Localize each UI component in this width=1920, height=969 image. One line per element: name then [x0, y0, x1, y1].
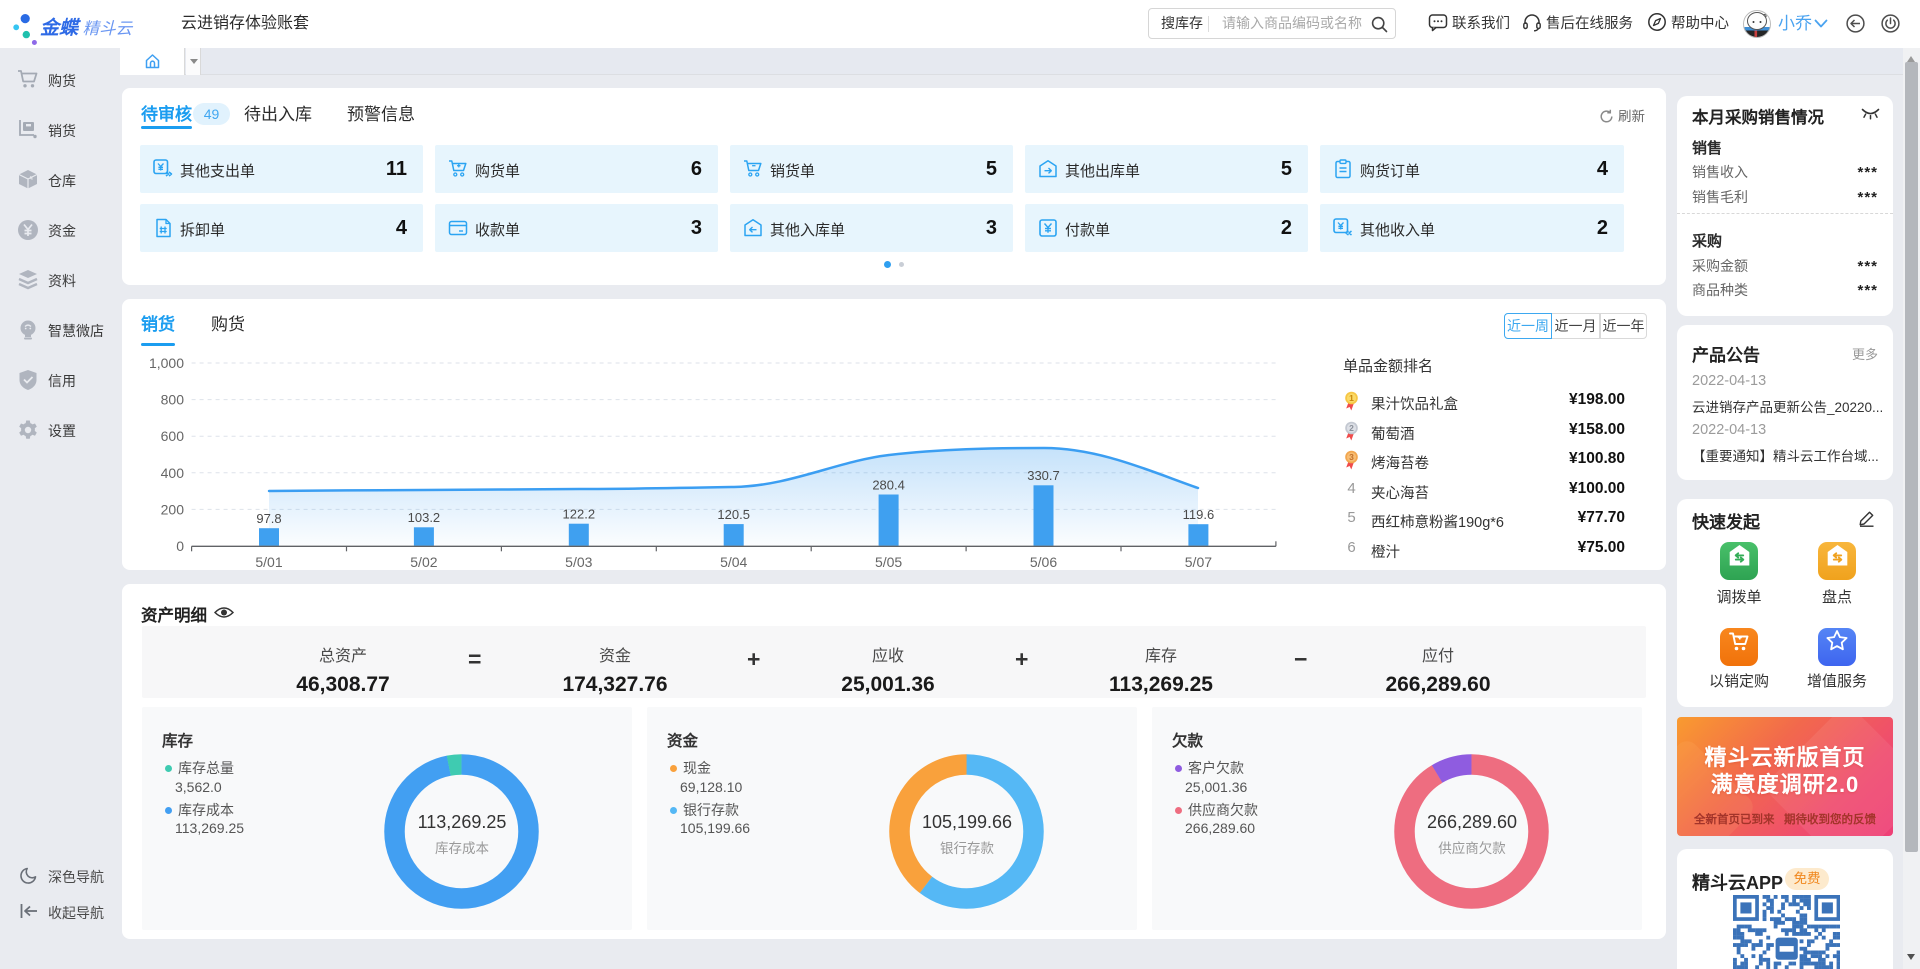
svg-text:122.2: 122.2: [563, 507, 596, 522]
svg-text:5/05: 5/05: [875, 554, 902, 570]
svg-text:600: 600: [161, 428, 185, 444]
svg-text:1,000: 1,000: [149, 355, 184, 371]
svg-text:330.7: 330.7: [1027, 468, 1060, 483]
svg-text:3: 3: [1349, 452, 1354, 462]
svg-text:5/02: 5/02: [410, 554, 437, 570]
svg-text:280.4: 280.4: [872, 477, 905, 492]
svg-text:5/06: 5/06: [1030, 554, 1057, 570]
svg-text:5/01: 5/01: [255, 554, 282, 570]
svg-text:0: 0: [176, 538, 184, 554]
svg-text:5/07: 5/07: [1185, 554, 1212, 570]
svg-text:119.6: 119.6: [1183, 507, 1215, 522]
svg-text:400: 400: [161, 465, 185, 481]
svg-text:200: 200: [161, 501, 185, 517]
svg-text:103.2: 103.2: [408, 510, 441, 525]
svg-text:97.8: 97.8: [256, 511, 281, 526]
svg-text:1: 1: [1349, 393, 1354, 403]
svg-text:5/04: 5/04: [720, 554, 747, 570]
svg-text:120.5: 120.5: [717, 507, 750, 522]
svg-text:5/03: 5/03: [565, 554, 592, 570]
svg-text:800: 800: [161, 392, 185, 408]
svg-text:2: 2: [1349, 423, 1354, 433]
